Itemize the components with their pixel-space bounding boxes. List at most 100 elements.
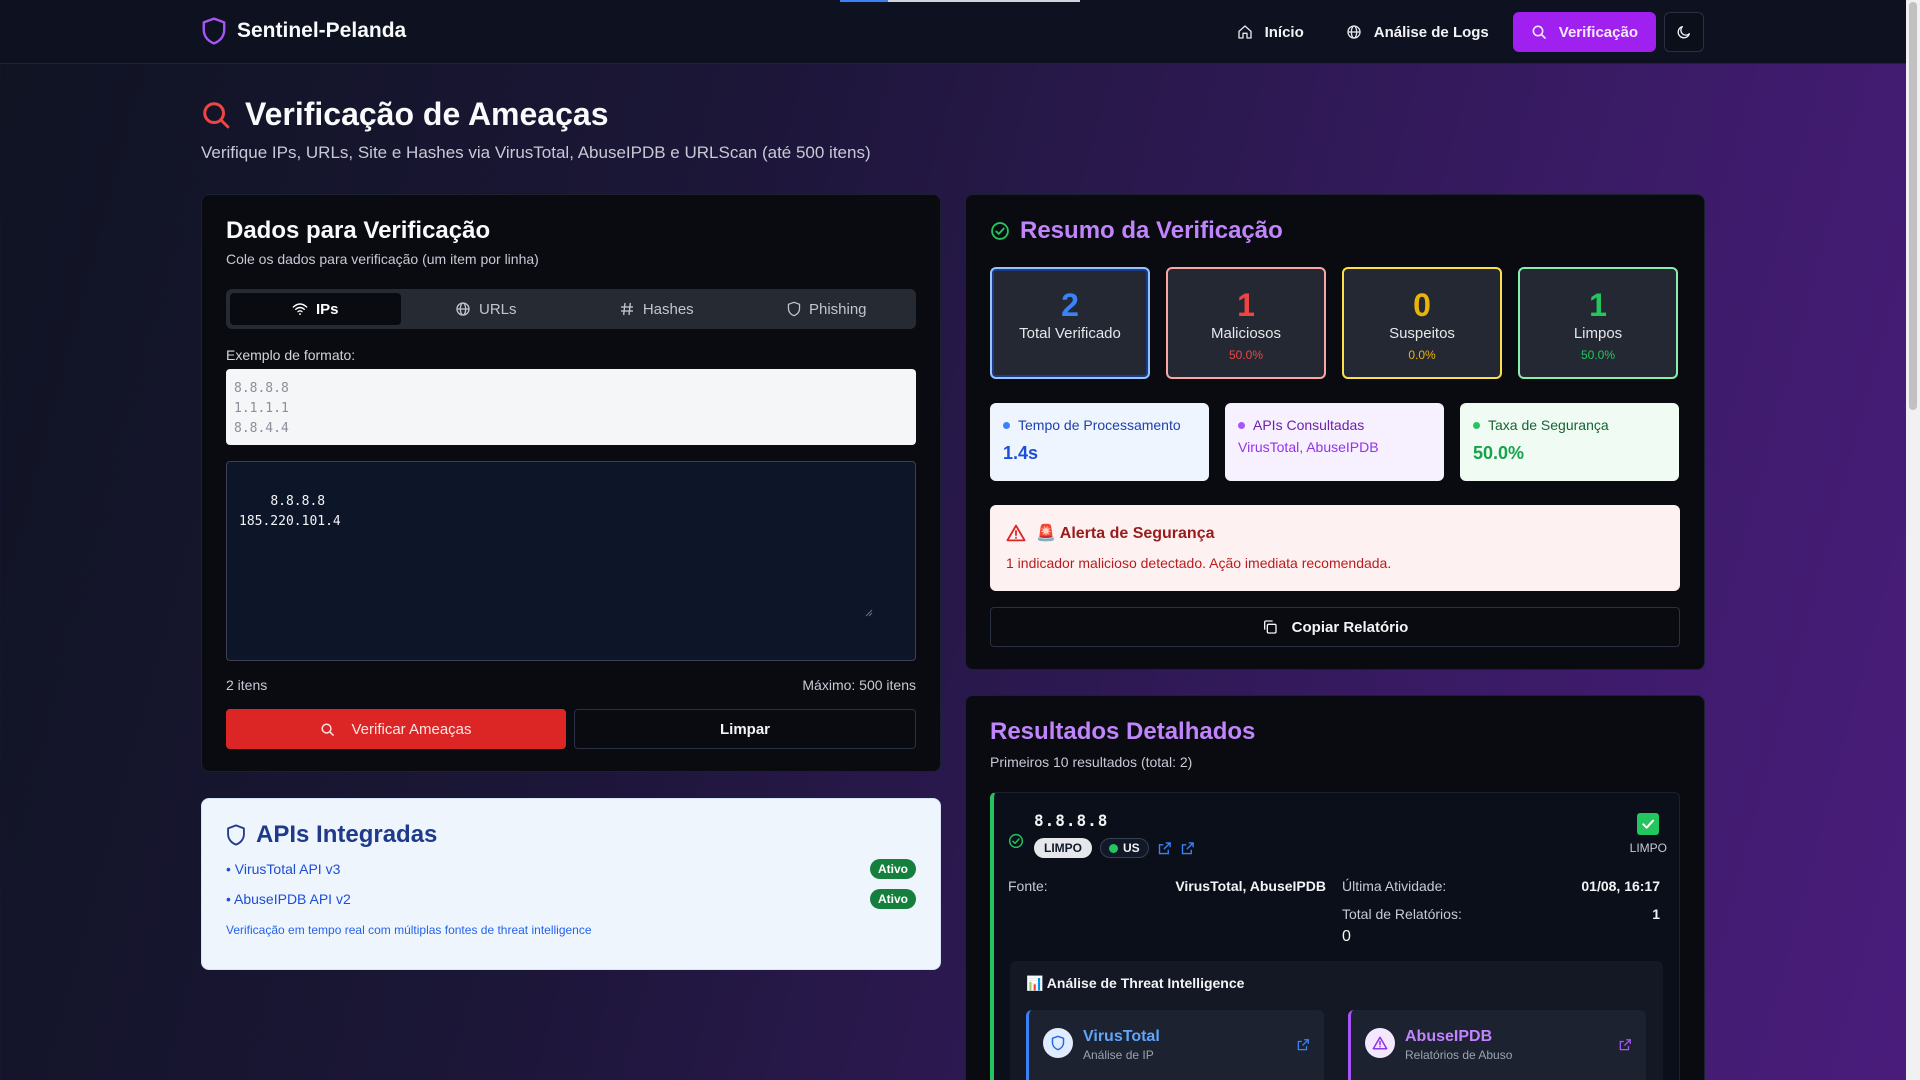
nav-item-inicio[interactable]: Início — [1219, 12, 1322, 52]
clear-button[interactable]: Limpar — [574, 709, 916, 749]
search-icon — [1531, 24, 1547, 40]
page-scrollbar[interactable] — [1906, 0, 1920, 1080]
external-link-icon[interactable] — [1618, 1038, 1632, 1052]
card-description: Cole os dados para verificação (um item … — [226, 251, 539, 267]
count-row: 2 itens Máximo: 500 itens — [226, 677, 916, 693]
verify-threats-button[interactable]: Verificar Ameaças — [226, 709, 566, 749]
tab-ips[interactable]: IPs — [230, 293, 401, 325]
warning-triangle-icon — [1006, 524, 1026, 542]
stat-percent: 50.0% — [1228, 348, 1264, 362]
search-icon — [201, 100, 231, 130]
tab-phishing[interactable]: Phishing — [742, 293, 913, 325]
info-label: APIs Consultadas — [1253, 417, 1365, 433]
verify-label: Verificar Ameaças — [351, 720, 472, 738]
stat-value: 2 — [1061, 287, 1079, 323]
summary-card: Resumo da Verificação 2 Total Verificado… — [965, 194, 1705, 670]
wifi-icon — [292, 301, 308, 317]
stat-percent: 50.0% — [1580, 348, 1616, 362]
example-box: 8.8.8.8 1.1.1.1 8.8.4.4 — [226, 369, 916, 445]
detail-label: Total de Relatórios: — [1342, 906, 1462, 922]
tab-urls[interactable]: URLs — [401, 293, 572, 325]
info-value: 1.4s — [1003, 443, 1039, 463]
tab-hashes[interactable]: Hashes — [571, 293, 742, 325]
external-link-icon[interactable] — [1157, 841, 1172, 856]
globe-icon — [455, 301, 471, 317]
max-items: Máximo: 500 itens — [802, 677, 916, 693]
detail-subvalue: 0 — [1342, 928, 1351, 945]
provider-virustotal[interactable]: VirusTotal Análise de IP — [1026, 1010, 1324, 1080]
summary-title: Resumo da Verificação — [1020, 217, 1283, 244]
external-link-icon[interactable] — [1180, 841, 1195, 856]
result-ip: 8.8.8.8 — [1034, 811, 1109, 830]
scrollbar-thumb[interactable] — [1909, 2, 1917, 410]
tab-label: Phishing — [808, 300, 867, 318]
theme-toggle-button[interactable] — [1664, 12, 1704, 52]
detail-total-reports: Total de Relatórios: 1 0 — [1342, 900, 1660, 946]
api-row-abuseipdb: • AbuseIPDB API v2 Ativo — [226, 889, 916, 909]
provider-abuseipdb[interactable]: AbuseIPDB Relatórios de Abuso — [1348, 1010, 1646, 1080]
provider-name: AbuseIPDB — [1405, 1028, 1493, 1045]
brand[interactable]: Sentinel-Pelanda — [201, 17, 406, 45]
check-circle-icon — [1008, 833, 1024, 849]
nav-item-verificacao[interactable]: Verificação — [1512, 12, 1656, 52]
page-title: Verificação de Ameaças — [245, 96, 609, 132]
page-title-row: Verificação de Ameaças — [201, 96, 871, 133]
status-dot — [1109, 843, 1118, 853]
nav-label: Verificação — [1558, 23, 1638, 41]
info-security-rate: Taxa de Segurança 50.0% — [1460, 403, 1679, 481]
stat-value: 1 — [1237, 287, 1255, 323]
detail-value: 01/08, 16:17 — [1581, 878, 1660, 894]
info-apis-consulted: APIs Consultadas VirusTotal, AbuseIPDB — [1225, 403, 1444, 481]
external-link-icon[interactable] — [1296, 1038, 1310, 1052]
home-icon — [1237, 24, 1253, 40]
stat-value: 1 — [1589, 287, 1607, 323]
result-details: Fonte: VirusTotal, AbuseIPDB Última Ativ… — [1008, 872, 1665, 946]
status-dot — [1238, 421, 1245, 429]
provider-desc: Análise de IP — [1083, 1048, 1154, 1062]
detail-last-activity: Última Atividade: 01/08, 16:17 — [1342, 872, 1660, 900]
items-textarea[interactable]: 8.8.8.8 185.220.101.4 — [226, 461, 916, 661]
status-dot — [1473, 421, 1480, 429]
shield-logo-icon — [201, 17, 227, 45]
stat-clean[interactable]: 1 Limpos 50.0% — [1518, 267, 1678, 379]
check-circle-icon — [990, 221, 1010, 241]
stat-label: Limpos — [1573, 325, 1623, 342]
tab-label: IPs — [315, 300, 339, 318]
example-label: Exemplo de formato: — [226, 347, 356, 363]
apis-note: Verificação em tempo real com múltiplas … — [226, 923, 592, 937]
checkmark-icon — [1637, 813, 1660, 835]
alert-message: 1 indicador malicioso detectado. Ação im… — [1006, 555, 1392, 571]
textarea-value: 8.8.8.8 185.220.101.4 — [239, 494, 341, 529]
api-row-virustotal: • VirusTotal API v3 Ativo — [226, 859, 916, 879]
nav-label: Análise de Logs — [1373, 23, 1489, 41]
stat-value: 0 — [1413, 287, 1431, 323]
warning-triangle-icon — [1365, 1028, 1395, 1058]
country-code: US — [1123, 841, 1140, 855]
top-bar: Sentinel-Pelanda Início Análise de Logs … — [0, 0, 1906, 64]
type-tabs: IPs URLs Hashes Phishing — [226, 289, 916, 329]
copy-report-button[interactable]: Copiar Relatório — [990, 607, 1680, 647]
input-card: Dados para Verificação Cole os dados par… — [201, 194, 941, 772]
resize-grip-icon[interactable] — [865, 569, 912, 657]
item-count: 2 itens — [226, 677, 268, 693]
stat-total[interactable]: 2 Total Verificado — [990, 267, 1150, 379]
results-title: Resultados Detalhados — [990, 718, 1256, 745]
status-text: LIMPO — [1629, 841, 1667, 855]
app-name: Sentinel-Pelanda — [237, 19, 407, 42]
status-badge: Ativo — [870, 889, 916, 909]
apis-card: APIs Integradas • VirusTotal API v3 Ativ… — [201, 798, 941, 970]
nav-item-analise-logs[interactable]: Análise de Logs — [1328, 12, 1507, 52]
results-card: Resultados Detalhados Primeiros 10 resul… — [965, 695, 1705, 1080]
card-title: Dados para Verificação — [226, 217, 491, 244]
results-subtitle: Primeiros 10 resultados (total: 2) — [990, 754, 1193, 770]
stat-suspicious[interactable]: 0 Suspeitos 0.0% — [1342, 267, 1502, 379]
provider-desc: Relatórios de Abuso — [1405, 1048, 1513, 1062]
info-value: 50.0% — [1473, 443, 1525, 463]
globe-icon — [1346, 24, 1362, 40]
result-item[interactable]: 8.8.8.8 LIMPO US LIMPO Fonte: VirusTotal… — [990, 792, 1680, 1080]
moon-icon — [1676, 24, 1692, 40]
status-badge: LIMPO — [1034, 838, 1092, 858]
stat-malicious[interactable]: 1 Maliciosos 50.0% — [1166, 267, 1326, 379]
info-row: Tempo de Processamento 1.4s APIs Consult… — [990, 403, 1680, 481]
api-name: • AbuseIPDB API v2 — [226, 891, 351, 907]
